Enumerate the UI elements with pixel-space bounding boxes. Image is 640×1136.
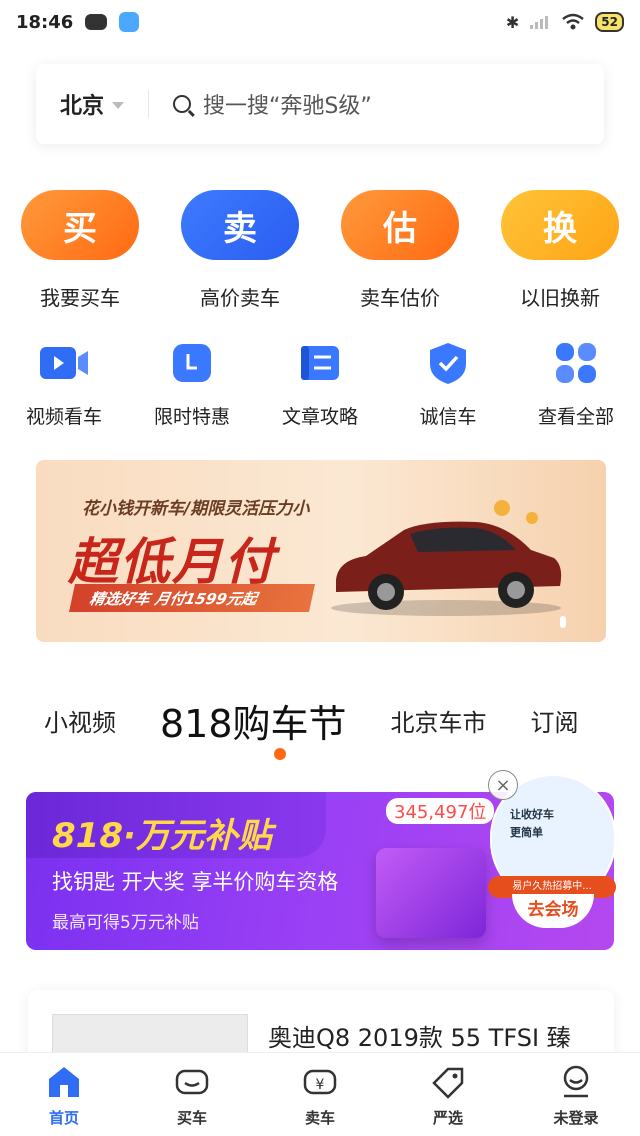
home-icon bbox=[45, 1063, 83, 1101]
tab-short-video[interactable]: 小视频 bbox=[44, 703, 116, 738]
listing-title: 奥迪Q8 2019款 55 TFSI 臻 bbox=[268, 1024, 571, 1052]
shield-check-icon bbox=[422, 340, 474, 386]
chevron-down-icon[interactable] bbox=[112, 101, 125, 109]
action-label: 诚信车 bbox=[419, 406, 477, 428]
nav-selected[interactable]: 严选 bbox=[384, 1053, 512, 1136]
buy-icon[interactable]: 买 bbox=[21, 190, 139, 260]
secondary-actions: 视频看车 限时特惠 文章攻略 诚信车 查看全部 bbox=[0, 340, 640, 429]
tab-subscribe[interactable]: 订阅 bbox=[531, 703, 579, 738]
nav-profile[interactable]: 未登录 bbox=[512, 1053, 640, 1136]
buy-car-action[interactable]: 买 我要买车 bbox=[0, 190, 160, 311]
action-label: 以旧换新 bbox=[520, 286, 600, 310]
action-label: 查看全部 bbox=[537, 406, 614, 428]
bluetooth-icon: ✱ bbox=[505, 12, 520, 32]
status-bar: 18:46 ✱ 52 bbox=[0, 0, 640, 44]
sell-icon[interactable]: 卖 bbox=[181, 190, 299, 260]
action-label: 视频看车 bbox=[25, 406, 102, 428]
action-label: 我要买车 bbox=[40, 286, 120, 310]
action-label: 文章攻略 bbox=[281, 406, 358, 428]
active-tab-indicator bbox=[274, 748, 286, 760]
action-label: 限时特惠 bbox=[153, 406, 230, 428]
battery-indicator: 52 bbox=[595, 12, 624, 32]
promo-banner[interactable]: 花小钱开新车/期限灵活压力小 超低月付 精选好车 月付1599元起 bbox=[36, 460, 606, 642]
gift-box-illustration bbox=[376, 848, 486, 938]
estimate-price-action[interactable]: 估 卖车估价 bbox=[320, 190, 480, 311]
game-icon bbox=[85, 14, 108, 30]
banner-subtitle-strip: 精选好车 月付1599元起 bbox=[69, 584, 315, 612]
grid-icon bbox=[550, 340, 602, 386]
article-icon bbox=[294, 340, 346, 386]
city-selector[interactable]: 北京 bbox=[60, 88, 104, 120]
trade-in-icon[interactable]: 换 bbox=[501, 190, 619, 260]
user-icon bbox=[557, 1063, 595, 1101]
ad-text: 让收好车 更简单 bbox=[510, 808, 554, 839]
certified-car-action[interactable]: 诚信车 bbox=[384, 340, 512, 429]
banner-tagline: 花小钱开新车/期限灵活压力小 bbox=[82, 499, 310, 519]
view-all-action[interactable]: 查看全部 bbox=[512, 340, 640, 429]
search-card: 北京 搜一搜“奔驰S级” bbox=[36, 64, 604, 144]
tag-icon bbox=[429, 1063, 467, 1101]
status-time: 18:46 bbox=[16, 11, 74, 33]
content-tabs: 小视频 818购车节 北京车市 订阅 bbox=[0, 690, 640, 750]
action-label: 卖车估价 bbox=[360, 286, 440, 310]
estimate-icon[interactable]: 估 bbox=[341, 190, 459, 260]
action-label: 高价卖车 bbox=[200, 286, 280, 310]
status-indicators: ✱ 52 bbox=[506, 12, 624, 32]
go-venue-button[interactable]: 去会场 bbox=[512, 894, 594, 928]
cloud-app-icon bbox=[119, 12, 140, 32]
sell-car-action[interactable]: 卖 高价卖车 bbox=[160, 190, 320, 311]
limited-offer-action[interactable]: 限时特惠 bbox=[128, 340, 256, 429]
trade-in-action[interactable]: 换 以旧换新 bbox=[480, 190, 640, 311]
video-icon bbox=[38, 340, 90, 386]
search-input[interactable]: 搜一搜“奔驰S级” bbox=[203, 88, 372, 120]
clock-icon bbox=[166, 340, 218, 386]
buy-car-icon bbox=[173, 1063, 211, 1101]
primary-actions: 买 我要买车 卖 高价卖车 估 卖车估价 换 以旧换新 bbox=[0, 190, 640, 311]
divider bbox=[148, 90, 150, 118]
promo-note: 最高可得5万元补贴 bbox=[52, 913, 199, 933]
svg-text:¥: ¥ bbox=[316, 1077, 325, 1093]
signal-icon bbox=[530, 16, 549, 29]
carousel-indicator bbox=[560, 616, 566, 628]
wifi-icon bbox=[562, 13, 585, 30]
tab-beijing-market[interactable]: 北京车市 bbox=[391, 703, 487, 738]
article-guide-action[interactable]: 文章攻略 bbox=[256, 340, 384, 429]
nav-home[interactable]: 首页 bbox=[0, 1053, 128, 1136]
close-icon[interactable]: × bbox=[488, 770, 518, 800]
car-illustration bbox=[331, 500, 562, 616]
sell-car-icon: ¥ bbox=[301, 1063, 339, 1101]
nav-sell-car[interactable]: ¥ 卖车 bbox=[256, 1053, 384, 1136]
promo-description: 找钥匙 开大奖 享半价购车资格 bbox=[52, 870, 339, 894]
promo-title: 818·万元补贴 bbox=[52, 816, 272, 856]
participant-count: 345,497位 bbox=[386, 798, 495, 824]
tab-818-festival[interactable]: 818购车节 bbox=[160, 693, 347, 748]
floating-ad[interactable]: 让收好车 更简单 易户久热招募中... 去会场 × bbox=[488, 770, 616, 930]
nav-buy-car[interactable]: 买车 bbox=[128, 1053, 256, 1136]
bottom-navigation: 首页 买车 ¥ 卖车 严选 未登录 bbox=[0, 1052, 640, 1136]
video-browse-action[interactable]: 视频看车 bbox=[0, 340, 128, 429]
search-icon bbox=[173, 95, 192, 113]
